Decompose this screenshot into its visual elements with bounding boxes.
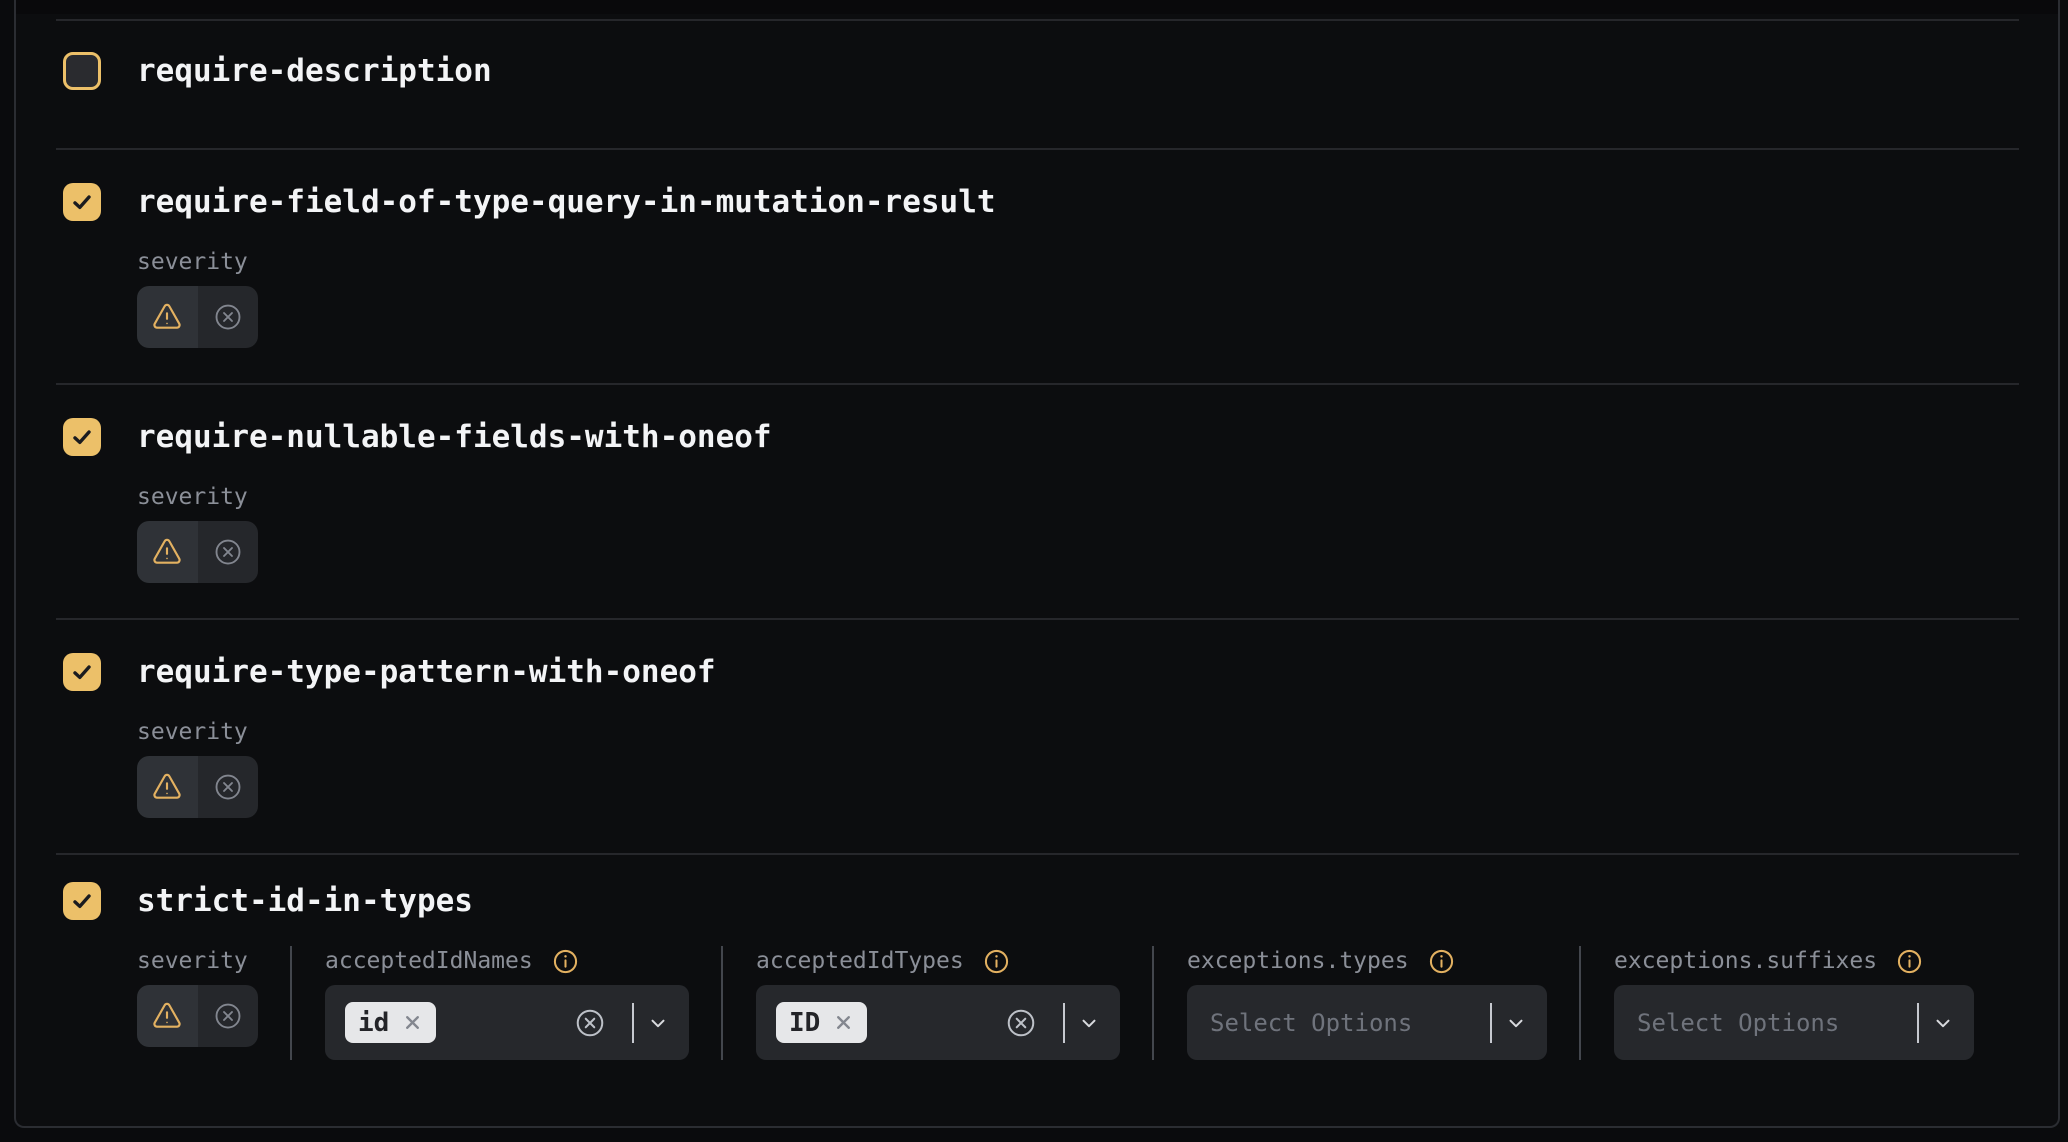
separator [1490, 1003, 1492, 1043]
tag-remove-icon[interactable] [402, 1012, 423, 1033]
acceptedIdNames-option: acceptedIdNames id [290, 946, 721, 1060]
warning-triangle-icon [150, 771, 184, 803]
rule-name: require-description [137, 53, 492, 89]
severity-toggle [137, 286, 258, 348]
exceptions-types-option: exceptions.types Select Options [1152, 946, 1579, 1060]
option-label: acceptedIdNames [325, 948, 533, 974]
check-icon [69, 424, 95, 450]
check-icon [69, 189, 95, 215]
option-label: exceptions.suffixes [1614, 948, 1877, 974]
chevron-down-icon[interactable] [647, 1012, 669, 1034]
acceptedIdTypes-multiselect[interactable]: ID [756, 985, 1120, 1060]
rule-name: strict-id-in-types [137, 883, 473, 919]
warning-triangle-icon [150, 536, 184, 568]
info-icon[interactable] [552, 948, 579, 975]
tag-remove-icon[interactable] [833, 1012, 854, 1033]
warning-triangle-icon [150, 301, 184, 333]
rule-row: require-description [56, 19, 2019, 148]
rule-checkbox[interactable] [63, 418, 101, 456]
info-icon[interactable] [1428, 948, 1455, 975]
rule-row: require-nullable-fields-with-oneof sever… [56, 383, 2019, 618]
info-icon[interactable] [1896, 948, 1923, 975]
exceptions-suffixes-option: exceptions.suffixes Select Options [1579, 946, 2006, 1060]
clear-all-icon[interactable] [1005, 1007, 1037, 1039]
rule-name: require-type-pattern-with-oneof [137, 654, 716, 690]
option-label: acceptedIdTypes [756, 948, 964, 974]
severity-warn-button[interactable] [137, 521, 198, 583]
option-label: exceptions.types [1187, 948, 1409, 974]
rule-checkbox[interactable] [63, 882, 101, 920]
severity-label: severity [137, 249, 248, 275]
tag-label: ID [789, 1008, 820, 1038]
check-icon [69, 659, 95, 685]
rule-row: require-field-of-type-query-in-mutation-… [56, 148, 2019, 383]
severity-toggle [137, 756, 258, 818]
rule-row: strict-id-in-types severity acceptedIdNa… [56, 853, 2019, 1131]
circle-x-icon [213, 1001, 243, 1031]
circle-x-icon [213, 772, 243, 802]
check-icon [69, 888, 95, 914]
chevron-down-icon[interactable] [1078, 1012, 1100, 1034]
severity-label: severity [137, 948, 248, 974]
severity-option: severity [137, 247, 290, 348]
rule-name: require-field-of-type-query-in-mutation-… [137, 184, 996, 220]
rule-name: require-nullable-fields-with-oneof [137, 419, 772, 455]
severity-toggle [137, 521, 258, 583]
separator [632, 1003, 634, 1043]
clear-all-icon[interactable] [574, 1007, 606, 1039]
severity-option: severity [137, 946, 290, 1060]
separator [1063, 1003, 1065, 1043]
rule-checkbox[interactable] [63, 183, 101, 221]
select-placeholder: Select Options [1210, 1009, 1412, 1037]
severity-off-button[interactable] [198, 286, 259, 348]
selected-tag: ID [776, 1002, 867, 1043]
selected-tag: id [345, 1002, 436, 1043]
acceptedIdTypes-option: acceptedIdTypes ID [721, 946, 1152, 1060]
severity-off-button[interactable] [198, 521, 259, 583]
chevron-down-icon[interactable] [1932, 1012, 1954, 1034]
top-strip [16, 0, 2058, 14]
severity-warn-button[interactable] [137, 286, 198, 348]
select-placeholder: Select Options [1637, 1009, 1839, 1037]
severity-off-button[interactable] [198, 756, 259, 818]
severity-option: severity [137, 482, 290, 583]
severity-warn-button[interactable] [137, 985, 198, 1047]
info-icon[interactable] [983, 948, 1010, 975]
separator [1917, 1003, 1919, 1043]
severity-warn-button[interactable] [137, 756, 198, 818]
chevron-down-icon[interactable] [1505, 1012, 1527, 1034]
warning-triangle-icon [150, 1000, 184, 1032]
tag-label: id [358, 1008, 389, 1038]
severity-label: severity [137, 484, 248, 510]
exceptions-suffixes-select[interactable]: Select Options [1614, 985, 1974, 1060]
circle-x-icon [213, 302, 243, 332]
severity-off-button[interactable] [198, 985, 259, 1047]
circle-x-icon [213, 537, 243, 567]
severity-label: severity [137, 719, 248, 745]
rule-checkbox[interactable] [63, 653, 101, 691]
exceptions-types-select[interactable]: Select Options [1187, 985, 1547, 1060]
rules-panel: require-description require-field-of-typ… [14, 0, 2060, 1128]
severity-toggle [137, 985, 258, 1047]
severity-option: severity [137, 717, 290, 818]
rule-row: require-type-pattern-with-oneof severity [56, 618, 2019, 853]
rule-checkbox[interactable] [63, 52, 101, 90]
acceptedIdNames-multiselect[interactable]: id [325, 985, 689, 1060]
